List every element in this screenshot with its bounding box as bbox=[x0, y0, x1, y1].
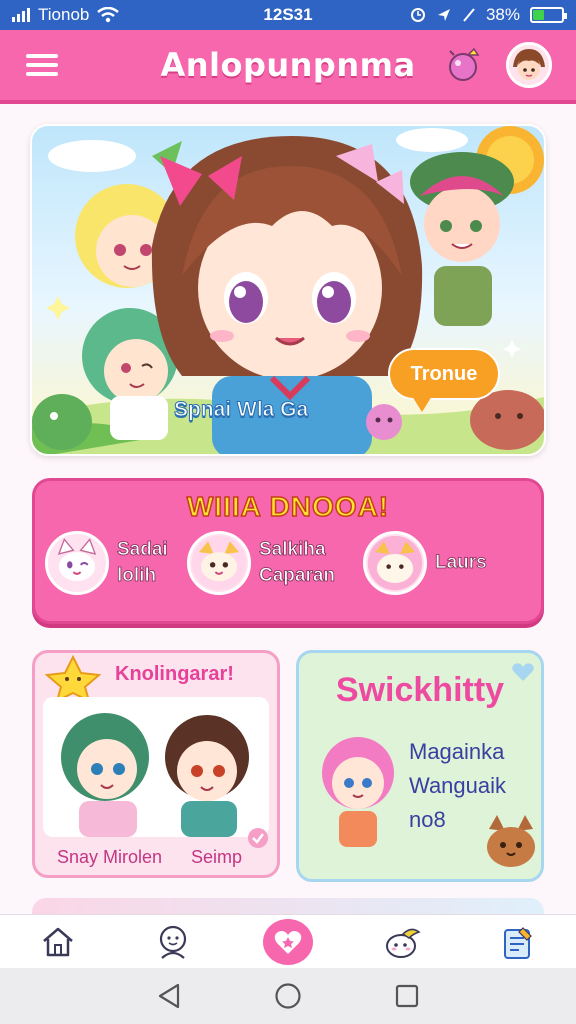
signal-icon bbox=[12, 8, 30, 22]
featured-card-right[interactable]: Swickhitty Magainka Wanguaik no8 bbox=[296, 650, 544, 882]
nav-profile[interactable] bbox=[145, 919, 201, 965]
carrier-label: Tionob bbox=[38, 5, 90, 24]
profile-icon bbox=[159, 925, 186, 959]
hero-caption: Spnai Wla Ga bbox=[173, 398, 309, 422]
status-bar: Tionob 12S31 38% bbox=[0, 0, 576, 30]
friend-item[interactable]: Salkiha Caparan bbox=[187, 531, 335, 595]
candy-icon[interactable] bbox=[444, 45, 484, 85]
pet-icon bbox=[386, 928, 421, 958]
featured-card-left[interactable]: Knolingarar! Snay Mirolen Seimp bbox=[32, 650, 280, 878]
battery-percent: 38% bbox=[485, 5, 520, 24]
friend-name-2: lolih bbox=[117, 565, 157, 587]
nav-home[interactable] bbox=[30, 919, 86, 965]
bottom-nav bbox=[0, 914, 576, 968]
battery-icon bbox=[530, 7, 567, 23]
card-illustration bbox=[43, 697, 269, 837]
system-nav-bar bbox=[0, 968, 576, 1024]
card-line: Magainka bbox=[409, 739, 505, 764]
fox-illustration bbox=[487, 815, 535, 867]
wifi-icon bbox=[97, 7, 120, 23]
promo-card[interactable]: WIIIA DNOOA! Sadai lolih Salkiha Caparan bbox=[32, 478, 544, 624]
nav-pets[interactable] bbox=[375, 919, 431, 965]
home-icon bbox=[42, 927, 73, 956]
notes-icon bbox=[504, 926, 533, 959]
card-caption: Snay Mirolen bbox=[57, 847, 163, 867]
friend-name: Laurs bbox=[435, 552, 488, 574]
speech-bubble: Tronue bbox=[388, 348, 500, 412]
friend-item[interactable]: Laurs bbox=[363, 531, 487, 595]
cat-avatar-icon bbox=[45, 531, 109, 595]
friend-name: Salkiha bbox=[259, 539, 326, 561]
menu-icon[interactable] bbox=[24, 51, 60, 79]
character-illustration bbox=[322, 737, 394, 847]
avatar[interactable] bbox=[506, 42, 552, 88]
card-title: Swickhitty bbox=[335, 671, 505, 709]
dog-avatar-icon bbox=[187, 531, 251, 595]
cat-avatar-icon bbox=[363, 531, 427, 595]
card-line: Wanguaik bbox=[409, 773, 507, 798]
signal-off-icon bbox=[463, 8, 475, 22]
alarm-icon bbox=[410, 8, 425, 22]
card-title: Knolingarar! bbox=[115, 663, 234, 685]
heart-star-icon bbox=[274, 930, 302, 954]
check-icon bbox=[248, 828, 268, 848]
nav-favorites[interactable] bbox=[260, 918, 316, 965]
location-icon bbox=[437, 9, 450, 21]
recents-icon[interactable] bbox=[394, 983, 420, 1009]
hero-banner[interactable]: Spnai Wla Ga Tronue bbox=[30, 124, 546, 456]
friend-name-2: Caparan bbox=[259, 565, 336, 587]
back-icon[interactable] bbox=[156, 982, 182, 1010]
promo-title: WIIIA DNOOA! bbox=[186, 490, 390, 523]
card-caption: Seimp bbox=[191, 847, 243, 867]
home-circle-icon[interactable] bbox=[274, 982, 302, 1010]
nav-notes[interactable] bbox=[490, 919, 546, 965]
friend-item[interactable]: Sadai lolih bbox=[45, 531, 168, 595]
star-icon bbox=[44, 655, 102, 703]
app-bar: Anlopunpnma bbox=[0, 30, 576, 104]
friend-name: Sadai bbox=[117, 539, 168, 561]
